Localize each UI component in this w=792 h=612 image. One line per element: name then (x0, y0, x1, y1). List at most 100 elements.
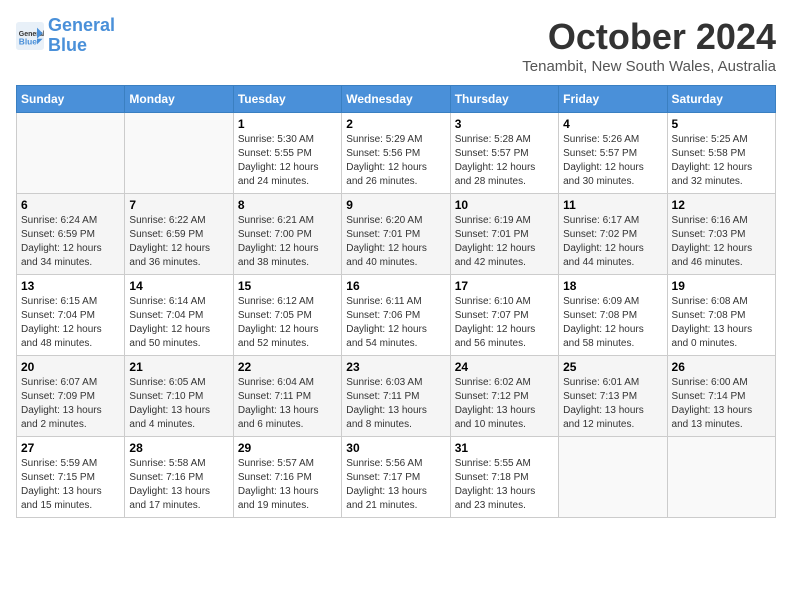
calendar-week-row: 13 Sunrise: 6:15 AM Sunset: 7:04 PM Dayl… (17, 275, 776, 356)
daylight: Daylight: 12 hours and 58 minutes. (563, 324, 644, 349)
page-header: General Blue General Blue October 2024 T… (16, 16, 776, 75)
calendar-day-cell (125, 113, 233, 194)
weekday-header: Sunday (17, 86, 125, 113)
sunrise: Sunrise: 5:25 AM (672, 134, 748, 145)
sunset: Sunset: 7:01 PM (455, 229, 529, 240)
sunrise: Sunrise: 6:17 AM (563, 215, 639, 226)
daylight: Daylight: 12 hours and 28 minutes. (455, 162, 536, 187)
day-number: 11 (563, 198, 662, 212)
calendar-day-cell: 21 Sunrise: 6:05 AM Sunset: 7:10 PM Dayl… (125, 356, 233, 437)
calendar-body: 1 Sunrise: 5:30 AM Sunset: 5:55 PM Dayli… (17, 113, 776, 518)
day-info: Sunrise: 6:24 AM Sunset: 6:59 PM Dayligh… (21, 214, 120, 270)
sunrise: Sunrise: 6:21 AM (238, 215, 314, 226)
day-number: 7 (129, 198, 228, 212)
daylight: Daylight: 13 hours and 15 minutes. (21, 486, 102, 511)
sunset: Sunset: 6:59 PM (21, 229, 95, 240)
day-info: Sunrise: 6:01 AM Sunset: 7:13 PM Dayligh… (563, 376, 662, 432)
calendar-day-cell (667, 437, 775, 518)
weekday-header: Wednesday (342, 86, 450, 113)
day-number: 26 (672, 360, 771, 374)
day-info: Sunrise: 5:56 AM Sunset: 7:17 PM Dayligh… (346, 457, 445, 513)
sunrise: Sunrise: 6:05 AM (129, 377, 205, 388)
day-info: Sunrise: 6:02 AM Sunset: 7:12 PM Dayligh… (455, 376, 554, 432)
weekday-header: Friday (559, 86, 667, 113)
daylight: Daylight: 13 hours and 10 minutes. (455, 405, 536, 430)
calendar-day-cell: 4 Sunrise: 5:26 AM Sunset: 5:57 PM Dayli… (559, 113, 667, 194)
day-info: Sunrise: 5:28 AM Sunset: 5:57 PM Dayligh… (455, 133, 554, 189)
daylight: Daylight: 12 hours and 36 minutes. (129, 243, 210, 268)
calendar-week-row: 27 Sunrise: 5:59 AM Sunset: 7:15 PM Dayl… (17, 437, 776, 518)
day-info: Sunrise: 6:08 AM Sunset: 7:08 PM Dayligh… (672, 295, 771, 351)
sunrise: Sunrise: 6:01 AM (563, 377, 639, 388)
daylight: Daylight: 12 hours and 42 minutes. (455, 243, 536, 268)
calendar-day-cell: 3 Sunrise: 5:28 AM Sunset: 5:57 PM Dayli… (450, 113, 558, 194)
sunset: Sunset: 7:18 PM (455, 472, 529, 483)
daylight: Daylight: 12 hours and 34 minutes. (21, 243, 102, 268)
weekday-header: Saturday (667, 86, 775, 113)
daylight: Daylight: 12 hours and 44 minutes. (563, 243, 644, 268)
calendar-table: SundayMondayTuesdayWednesdayThursdayFrid… (16, 85, 776, 518)
day-number: 8 (238, 198, 337, 212)
calendar-day-cell: 16 Sunrise: 6:11 AM Sunset: 7:06 PM Dayl… (342, 275, 450, 356)
logo: General Blue General Blue (16, 16, 115, 56)
day-number: 29 (238, 441, 337, 455)
daylight: Daylight: 12 hours and 52 minutes. (238, 324, 319, 349)
day-number: 17 (455, 279, 554, 293)
day-number: 30 (346, 441, 445, 455)
sunrise: Sunrise: 6:09 AM (563, 296, 639, 307)
day-info: Sunrise: 6:03 AM Sunset: 7:11 PM Dayligh… (346, 376, 445, 432)
sunrise: Sunrise: 6:04 AM (238, 377, 314, 388)
sunrise: Sunrise: 6:00 AM (672, 377, 748, 388)
daylight: Daylight: 12 hours and 50 minutes. (129, 324, 210, 349)
calendar-day-cell: 17 Sunrise: 6:10 AM Sunset: 7:07 PM Dayl… (450, 275, 558, 356)
sunset: Sunset: 7:12 PM (455, 391, 529, 402)
day-number: 6 (21, 198, 120, 212)
daylight: Daylight: 12 hours and 26 minutes. (346, 162, 427, 187)
daylight: Daylight: 13 hours and 17 minutes. (129, 486, 210, 511)
calendar-day-cell: 7 Sunrise: 6:22 AM Sunset: 6:59 PM Dayli… (125, 194, 233, 275)
sunset: Sunset: 6:59 PM (129, 229, 203, 240)
day-number: 13 (21, 279, 120, 293)
calendar-day-cell: 24 Sunrise: 6:02 AM Sunset: 7:12 PM Dayl… (450, 356, 558, 437)
day-info: Sunrise: 5:30 AM Sunset: 5:55 PM Dayligh… (238, 133, 337, 189)
calendar-day-cell: 28 Sunrise: 5:58 AM Sunset: 7:16 PM Dayl… (125, 437, 233, 518)
sunrise: Sunrise: 6:16 AM (672, 215, 748, 226)
calendar-day-cell: 26 Sunrise: 6:00 AM Sunset: 7:14 PM Dayl… (667, 356, 775, 437)
calendar-day-cell: 25 Sunrise: 6:01 AM Sunset: 7:13 PM Dayl… (559, 356, 667, 437)
calendar-day-cell: 11 Sunrise: 6:17 AM Sunset: 7:02 PM Dayl… (559, 194, 667, 275)
day-info: Sunrise: 6:20 AM Sunset: 7:01 PM Dayligh… (346, 214, 445, 270)
day-info: Sunrise: 6:15 AM Sunset: 7:04 PM Dayligh… (21, 295, 120, 351)
sunrise: Sunrise: 5:29 AM (346, 134, 422, 145)
calendar-day-cell (17, 113, 125, 194)
daylight: Daylight: 12 hours and 40 minutes. (346, 243, 427, 268)
calendar-day-cell: 20 Sunrise: 6:07 AM Sunset: 7:09 PM Dayl… (17, 356, 125, 437)
day-info: Sunrise: 6:12 AM Sunset: 7:05 PM Dayligh… (238, 295, 337, 351)
day-number: 23 (346, 360, 445, 374)
daylight: Daylight: 13 hours and 6 minutes. (238, 405, 319, 430)
sunset: Sunset: 7:11 PM (238, 391, 311, 402)
sunset: Sunset: 7:05 PM (238, 310, 312, 321)
day-info: Sunrise: 6:11 AM Sunset: 7:06 PM Dayligh… (346, 295, 445, 351)
day-number: 20 (21, 360, 120, 374)
sunset: Sunset: 5:55 PM (238, 148, 312, 159)
sunset: Sunset: 7:04 PM (21, 310, 95, 321)
daylight: Daylight: 12 hours and 54 minutes. (346, 324, 427, 349)
calendar-day-cell: 13 Sunrise: 6:15 AM Sunset: 7:04 PM Dayl… (17, 275, 125, 356)
sunset: Sunset: 7:00 PM (238, 229, 312, 240)
daylight: Daylight: 13 hours and 8 minutes. (346, 405, 427, 430)
calendar-day-cell: 8 Sunrise: 6:21 AM Sunset: 7:00 PM Dayli… (233, 194, 341, 275)
sunset: Sunset: 5:56 PM (346, 148, 420, 159)
weekday-header: Thursday (450, 86, 558, 113)
sunrise: Sunrise: 6:03 AM (346, 377, 422, 388)
day-number: 16 (346, 279, 445, 293)
title-section: October 2024 Tenambit, New South Wales, … (522, 16, 776, 75)
sunset: Sunset: 7:06 PM (346, 310, 420, 321)
calendar-day-cell: 30 Sunrise: 5:56 AM Sunset: 7:17 PM Dayl… (342, 437, 450, 518)
sunrise: Sunrise: 5:30 AM (238, 134, 314, 145)
day-info: Sunrise: 6:07 AM Sunset: 7:09 PM Dayligh… (21, 376, 120, 432)
day-info: Sunrise: 6:19 AM Sunset: 7:01 PM Dayligh… (455, 214, 554, 270)
day-number: 4 (563, 117, 662, 131)
day-number: 14 (129, 279, 228, 293)
sunset: Sunset: 7:01 PM (346, 229, 420, 240)
day-number: 1 (238, 117, 337, 131)
